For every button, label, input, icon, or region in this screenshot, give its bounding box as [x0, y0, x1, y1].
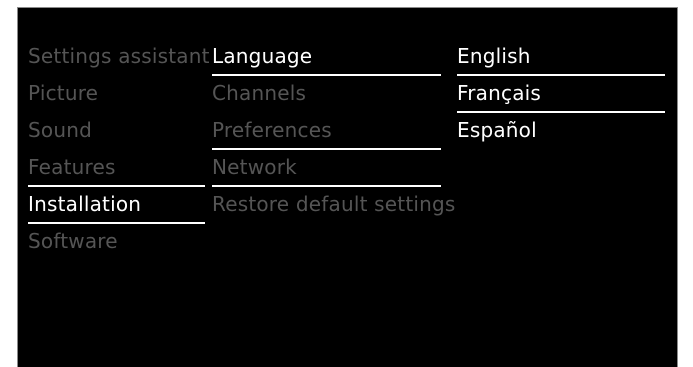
installation-submenu: Language Channels Preferences Network Re… [212, 39, 455, 224]
menu-item-features[interactable]: Features [28, 150, 205, 187]
menu-item-sound[interactable]: Sound [28, 113, 205, 150]
language-option-label: Français [457, 81, 542, 105]
language-options: English Français Español [457, 39, 665, 150]
submenu-item-channels[interactable]: Channels [212, 76, 441, 113]
menu-item-settings-assistant[interactable]: Settings assistant [28, 39, 209, 76]
submenu-item-label: Channels [212, 81, 307, 105]
menu-item-installation[interactable]: Installation [28, 187, 205, 224]
submenu-item-preferences[interactable]: Preferences [212, 113, 441, 150]
language-option-label: Español [457, 118, 537, 142]
language-option-label: English [457, 44, 531, 68]
menu-item-label: Settings assistant [28, 44, 210, 68]
menu-item-label: Sound [28, 118, 92, 142]
language-option-english[interactable]: English [457, 39, 665, 76]
language-option-espanol[interactable]: Español [457, 113, 665, 150]
submenu-item-label: Restore default settings [212, 192, 456, 216]
menu-item-picture[interactable]: Picture [28, 76, 205, 113]
menu-item-label: Features [28, 155, 116, 179]
submenu-item-label: Language [212, 44, 313, 68]
language-option-francais[interactable]: Français [457, 76, 665, 113]
submenu-item-language[interactable]: Language [212, 39, 441, 76]
menu-item-label: Software [28, 229, 118, 253]
submenu-item-label: Preferences [212, 118, 332, 142]
submenu-item-network[interactable]: Network [212, 150, 441, 187]
menu-item-label: Picture [28, 81, 99, 105]
menu-item-label: Installation [28, 192, 142, 216]
submenu-item-restore-default-settings[interactable]: Restore default settings [212, 187, 455, 224]
menu-item-software[interactable]: Software [28, 224, 205, 261]
main-menu: Settings assistant Picture Sound Feature… [28, 39, 209, 261]
submenu-item-label: Network [212, 155, 297, 179]
tv-settings-menu: Settings assistant Picture Sound Feature… [17, 7, 678, 367]
